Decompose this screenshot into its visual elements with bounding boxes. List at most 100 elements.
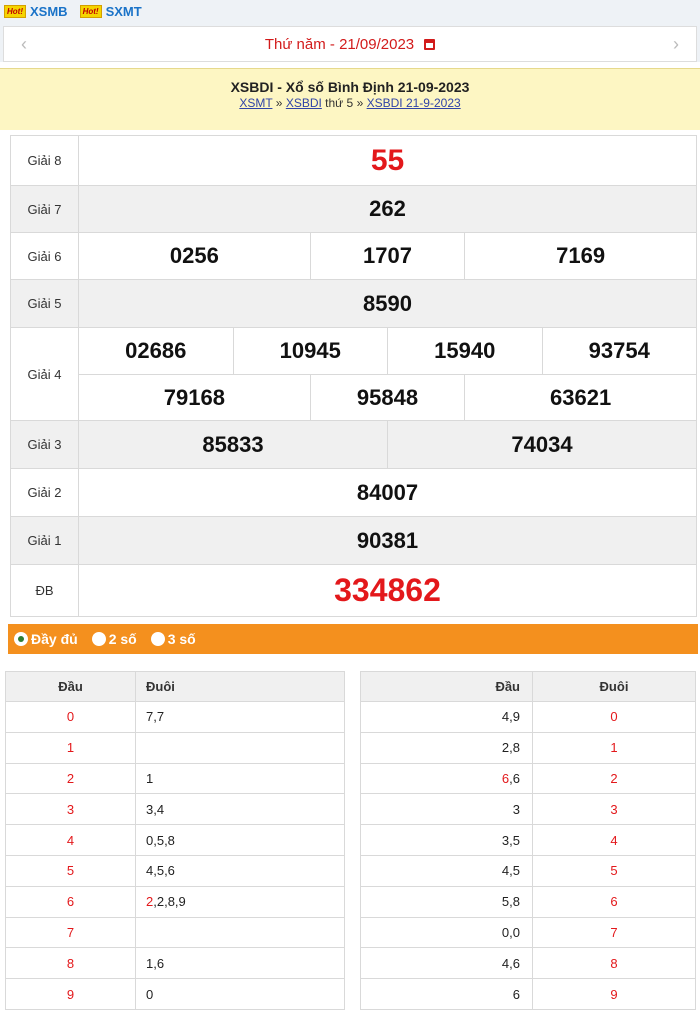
radio-selected-icon[interactable] <box>14 632 28 646</box>
prize-row-g4: Giải 4 02686 10945 15940 93754 <box>10 327 697 421</box>
head-digits: 2,8 <box>360 731 533 764</box>
tail-digit: 7 <box>532 916 696 949</box>
radio-icon[interactable] <box>150 632 165 646</box>
page-title: XSBDI - Xổ số Bình Định 21-09-2023 <box>230 79 470 95</box>
hot-badge: Hot! <box>4 4 26 18</box>
table-row: 6 2,2,8,9 <box>5 885 345 918</box>
head-values: ,6 <box>509 770 520 786</box>
prize-number: 262 <box>78 185 697 233</box>
top-nav: Hot! XSMB Hot! SXMT <box>0 0 700 22</box>
table-header-row: Đầu Đuôi <box>360 671 696 702</box>
prize-label: Giải 1 <box>10 516 79 565</box>
loto-head-table: Đầu Đuôi 0 7,7 1 2 1 3 3,4 4 0,5,8 5 4,5,6 6 2,2,8,9… <box>5 671 345 1010</box>
loto-tail-table: Đầu Đuôi 4,9 0 2,8 1 6,6 2 3 3 3,5 4 4,5 5 5,8 6 0,0 7 4… <box>360 671 696 1010</box>
table-row: 7 <box>5 916 345 949</box>
head-digit: 0 <box>5 701 136 733</box>
prize-label: Giải 7 <box>10 185 79 233</box>
breadcrumb-xsmt[interactable]: XSMT <box>239 96 272 110</box>
tail-values: 1 <box>146 770 154 786</box>
breadcrumb-xsbdi[interactable]: XSBDI <box>286 96 322 110</box>
head-values: 5,8 <box>501 894 520 910</box>
head-digit: 1 <box>5 731 136 764</box>
prize-number: 8590 <box>78 279 697 328</box>
prize-number: 15940 <box>387 327 543 375</box>
results-table: Giải 8 55 Giải 7 262 Giải 6 0256 1707 71… <box>10 135 697 617</box>
table-row: 6,6 2 <box>360 762 696 795</box>
tail-digit: 8 <box>532 947 696 980</box>
option-full[interactable]: Đầy đủ <box>14 631 78 647</box>
head-digits: 4,6 <box>360 947 533 980</box>
head-digits: 3,5 <box>360 824 533 856</box>
prize-number: 93754 <box>541 327 697 375</box>
tail-digit: 6 <box>532 885 696 918</box>
table-row: 0,0 7 <box>360 916 696 949</box>
tail-values: ,2,8,9 <box>153 894 186 910</box>
prize-label: ĐB <box>10 564 79 617</box>
sxmt-link[interactable]: SXMT <box>106 4 142 19</box>
column-header: Đầu <box>5 671 136 702</box>
prev-date-icon[interactable]: ‹ <box>14 34 34 55</box>
tail-digits <box>135 731 345 764</box>
prize-number: 02686 <box>78 327 234 375</box>
prize-row-g3: Giải 3 85833 74034 <box>10 420 697 469</box>
head-digit: 2 <box>5 762 136 795</box>
prize-row-g5: Giải 5 8590 <box>10 279 697 328</box>
prize-number: 10945 <box>232 327 388 375</box>
breadcrumb-weekday: thứ 5 <box>325 96 354 110</box>
prize-row-g2: Giải 2 84007 <box>10 468 697 517</box>
prize-number: 90381 <box>78 516 697 565</box>
head-digits: 0,0 <box>360 916 533 949</box>
radio-icon[interactable] <box>91 632 106 646</box>
prize-number: 0256 <box>78 232 311 280</box>
head-values: 0,0 <box>501 924 520 940</box>
tail-digit: 3 <box>532 793 696 826</box>
table-row: 2,8 1 <box>360 731 696 764</box>
date-text: Thứ năm - 21/09/2023 <box>264 35 415 53</box>
jackpot-number: 334862 <box>78 564 697 617</box>
next-date-icon[interactable]: › <box>666 34 686 55</box>
tail-digits: 1 <box>135 762 345 795</box>
breadcrumb: XSMT » XSBDI thứ 5 » XSBDI 21-9-2023 <box>0 96 700 110</box>
head-values: 6 <box>512 986 520 1002</box>
calendar-icon[interactable] <box>424 38 436 50</box>
tail-digit: 5 <box>532 854 696 887</box>
tail-digit: 2 <box>532 762 696 795</box>
prize-label: Giải 5 <box>10 279 79 328</box>
prize-row-g7: Giải 7 262 <box>10 185 697 233</box>
tail-digits: 4,5,6 <box>135 854 345 887</box>
head-digit: 5 <box>5 854 136 887</box>
prize-number: 7169 <box>464 232 697 280</box>
tail-values: 4,5,6 <box>146 863 175 879</box>
prize-row-g8: Giải 8 55 <box>10 135 697 186</box>
date-section: ‹ Thứ năm - 21/09/2023 › <box>0 22 700 62</box>
table-row: 5 4,5,6 <box>5 854 345 887</box>
tail-digit: 9 <box>532 978 696 1010</box>
tail-digits: 3,4 <box>135 793 345 826</box>
head-values: 4,9 <box>501 709 520 725</box>
option-3-digits[interactable]: 3 số <box>150 631 196 647</box>
head-digits: 4,9 <box>360 701 533 733</box>
prize-label: Giải 3 <box>10 420 79 469</box>
prize-number: 84007 <box>78 468 697 517</box>
hot-badge: Hot! <box>79 4 102 18</box>
head-values: 3 <box>512 801 520 817</box>
head-digits: 4,5 <box>360 854 533 887</box>
table-row: 69 <box>360 978 696 1010</box>
head-digit: 4 <box>5 824 136 856</box>
tail-digit: 1 <box>532 731 696 764</box>
table-row: 90 <box>5 978 345 1010</box>
table-row: 4,6 8 <box>360 947 696 980</box>
column-header: Đầu <box>360 671 533 702</box>
breadcrumb-date[interactable]: XSBDI 21-9-2023 <box>367 96 461 110</box>
prize-label: Giải 2 <box>10 468 79 517</box>
tail-digits: 2,2,8,9 <box>135 885 345 918</box>
option-2-digits[interactable]: 2 số <box>91 631 137 647</box>
xsmb-link[interactable]: XSMB <box>30 4 68 19</box>
tail-values: 1,6 <box>146 955 165 971</box>
prize-label: Giải 6 <box>10 232 79 280</box>
tail-digits: 1,6 <box>135 947 345 980</box>
head-values: 2,8 <box>501 740 520 756</box>
date-picker[interactable]: Thứ năm - 21/09/2023 <box>264 35 436 53</box>
head-digit: 6 <box>5 885 136 918</box>
table-row: 4,5 5 <box>360 854 696 887</box>
